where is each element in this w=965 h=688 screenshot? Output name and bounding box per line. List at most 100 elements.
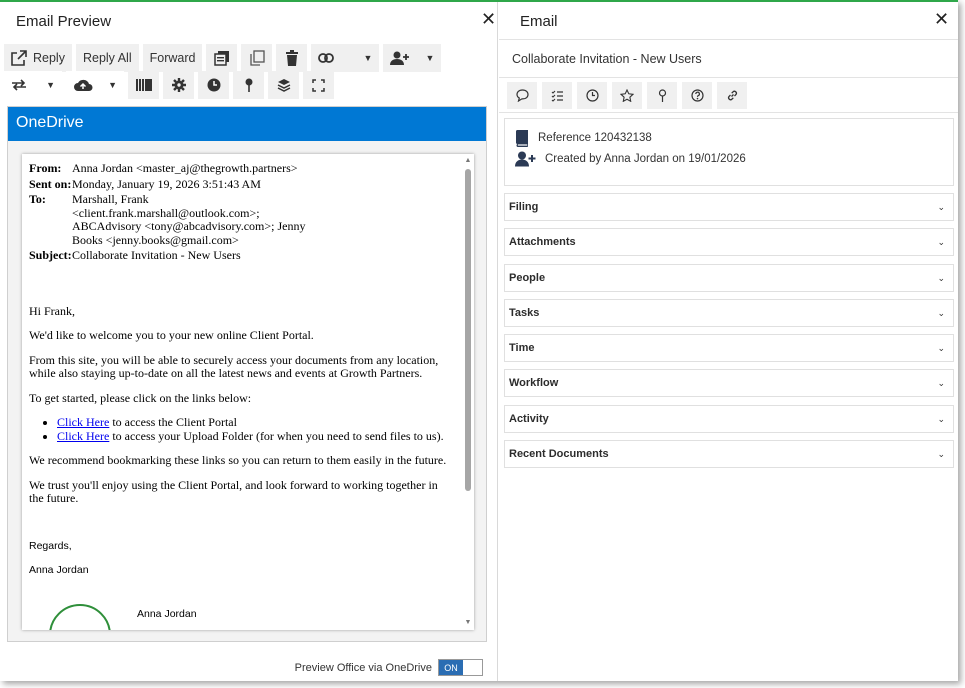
comment-icon [515,89,529,102]
toolbar-row-1: Reply Reply All Forward ▼ ▼ [4,44,442,72]
scrollbar-thumb[interactable] [465,169,471,491]
subject-label: Subject: [29,248,72,262]
clock-icon [585,89,599,102]
history-button[interactable] [198,71,229,99]
section-label: Time [509,342,535,354]
layers-icon [277,79,290,92]
email-link-list: Click Here to access the Client Portal C… [57,415,454,444]
link-description: to access your Upload Folder (for when y… [109,428,444,443]
chevron-down-icon: ⌄ [937,236,945,247]
history-button[interactable] [577,82,607,109]
toggle-label: Preview Office via OneDrive [294,661,432,674]
section-label: People [509,272,546,284]
email-content: From: Anna Jordan <master_aj@thegrowth.p… [29,161,454,589]
link-button[interactable]: ▼ [311,44,380,72]
to-value: Marshall, Frank <client.frank.marshall@o… [72,192,306,247]
reply-icon [11,50,27,66]
email-regards: Regards, [29,539,72,552]
created-text: Created by Anna Jordan on 19/01/2026 [545,153,746,165]
email-subject-row: Subject: Collaborate Invitation - New Us… [29,248,454,263]
fullscreen-button[interactable] [303,71,334,99]
divider [499,77,958,78]
close-preview-button[interactable]: ✕ [481,10,496,28]
pin-button[interactable] [233,71,264,99]
copy-button[interactable] [206,44,238,72]
section-filing[interactable]: Filing ⌄ [504,193,954,221]
help-button[interactable] [682,82,712,109]
toggle-off-area [463,660,482,675]
link-description: to access the Client Portal [109,415,237,429]
section-label: Activity [509,413,549,425]
section-label: Workflow [509,377,559,389]
reply-all-button[interactable]: Reply All [75,44,139,72]
created-line: Created by Anna Jordan on 19/01/2026 [515,151,746,167]
section-people[interactable]: People ⌄ [504,264,954,292]
chevron-down-icon: ▼ [46,80,55,90]
add-user-icon [390,51,410,65]
add-user-button[interactable]: ▼ [383,44,442,72]
email-from-row: From: Anna Jordan <master_aj@thegrowth.p… [29,161,454,176]
duplicate-button[interactable] [241,44,273,72]
list-item: Click Here to access your Upload Folder … [57,428,454,444]
transfer-button[interactable]: ▼ [4,71,62,99]
section-attachments[interactable]: Attachments ⌄ [504,228,954,256]
settings-button[interactable] [163,71,194,99]
email-scrollbar[interactable]: ▲ ▼ [464,156,472,626]
onedrive-toggle[interactable]: ON [438,659,483,676]
email-paragraph: We'd like to welcome you to your new onl… [29,328,314,342]
link-icon [727,90,737,101]
section-label: Recent Documents [509,448,609,460]
scroll-down-icon[interactable]: ▼ [464,618,472,626]
list-item: Click Here to access the Client Portal [57,415,454,430]
add-user-icon [515,151,536,167]
subject-value: Collaborate Invitation - New Users [72,248,241,262]
reply-button[interactable]: Reply [4,44,72,72]
pin-button[interactable] [647,82,677,109]
gear-icon [171,78,186,92]
email-subject-heading: Collaborate Invitation - New Users [512,52,702,66]
section-recent-documents[interactable]: Recent Documents ⌄ [504,440,954,468]
company-logo [49,604,111,630]
cloud-upload-button[interactable]: ▼ [66,71,124,99]
client-portal-link[interactable]: Click Here [57,415,109,429]
chevron-down-icon: ▼ [108,80,117,90]
help-icon [690,89,704,102]
section-label: Attachments [509,236,576,248]
email-paragraph: We recommend bookmarking these links so … [29,453,447,467]
delete-button[interactable] [276,44,308,72]
library-icon [135,79,152,91]
clock-icon [207,78,220,92]
email-sign-name: Anna Jordan [29,564,89,576]
email-details-pane: Email ✕ Collaborate Invitation - New Use… [499,2,958,681]
section-activity[interactable]: Activity ⌄ [504,405,954,433]
chevron-down-icon: ⌄ [937,377,945,388]
library-button[interactable] [128,71,159,99]
book-icon [516,130,528,147]
pane-title: Email [520,13,558,30]
favorite-button[interactable] [612,82,642,109]
tasklist-icon [551,90,563,102]
close-details-button[interactable]: ✕ [934,10,949,28]
section-tasks[interactable]: Tasks ⌄ [504,299,954,327]
scroll-up-icon[interactable]: ▲ [464,156,472,164]
email-document: From: Anna Jordan <master_aj@thegrowth.p… [22,154,474,630]
layers-button[interactable] [268,71,299,99]
comment-button[interactable] [507,82,537,109]
reply-label: Reply [33,51,65,65]
email-preview-pane: Email Preview ✕ Reply Reply All Forward [0,2,498,681]
tasklist-button[interactable] [542,82,572,109]
link-button[interactable] [717,82,747,109]
duplicate-icon [250,50,265,66]
pin-icon [658,88,666,102]
reference-line: Reference 120432138 [515,129,652,147]
email-paragraph: We trust you'll enjoy using the Client P… [29,477,438,505]
chevron-down-icon: ▼ [425,53,435,63]
upload-folder-link[interactable]: Click Here [57,429,109,443]
from-label: From: [29,161,62,175]
cloud-upload-icon [74,79,93,91]
forward-button[interactable]: Forward [142,44,203,72]
section-time[interactable]: Time ⌄ [504,334,954,362]
to-label: To: [29,192,46,206]
chevron-down-icon: ⌄ [937,272,945,283]
section-workflow[interactable]: Workflow ⌄ [504,369,954,397]
